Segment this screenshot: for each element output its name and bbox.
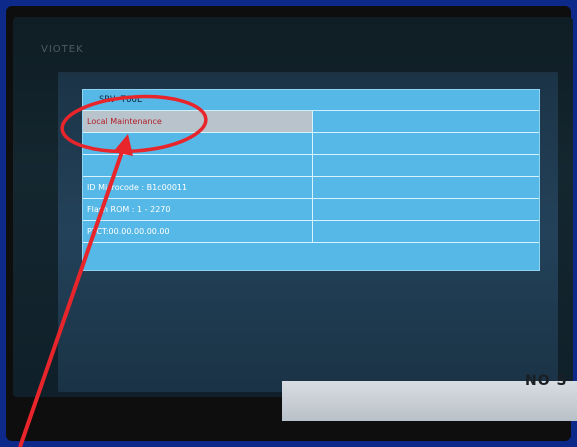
annotation-overlay [18, 94, 208, 447]
highlight-circle [60, 94, 208, 154]
pointer-arrow-shaft [18, 145, 126, 447]
